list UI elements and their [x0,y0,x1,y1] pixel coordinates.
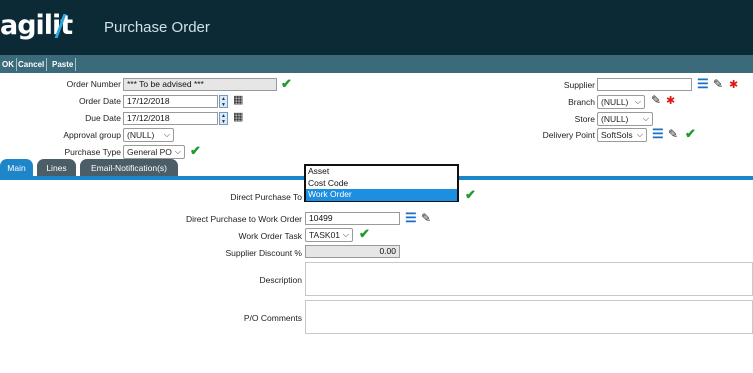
dropdown-option-work-order[interactable]: Work Order [306,189,457,201]
approval-group-value: (NULL) [127,130,155,140]
delivery-point-list-icon[interactable]: ☰ [652,127,664,140]
work-order-label: Direct Purchase to Work Order [185,214,302,224]
dropdown-option-asset[interactable]: Asset [306,166,457,178]
supplier-discount-label: Supplier Discount % [225,248,302,258]
approval-group-select[interactable]: (NULL) ⌵ [123,128,174,142]
po-comments-label: P/O Comments [243,313,302,323]
supplier-edit-icon[interactable]: ✎ [713,78,723,90]
app-header: agilit Purchase Order [0,0,753,55]
spin-down-icon[interactable]: ▼ [220,119,227,125]
work-order-edit-icon[interactable]: ✎ [421,212,431,224]
work-order-task-select[interactable]: TASK01 ⌵ [305,228,353,242]
chevron-down-icon: ⌵ [634,97,641,106]
work-order-task-check-icon: ✔ [359,226,370,241]
chevron-down-icon: ⌵ [163,130,170,139]
due-date-spinner[interactable]: ▲ ▼ [219,112,228,125]
delivery-point-value: SoftSols [601,130,633,140]
tab-main[interactable]: Main [0,159,33,177]
direct-purchase-dropdown[interactable]: Asset Cost Code Work Order [304,164,459,202]
chevron-down-icon: ⌵ [642,114,649,123]
purchase-type-value: General PO [127,147,172,157]
due-date-calendar-icon[interactable]: ▦ [233,111,243,123]
tab-email-notifications[interactable]: Email-Notification(s) [80,159,178,177]
order-number-check-icon: ✔ [281,76,292,91]
work-order-task-value: TASK01 [309,230,341,240]
cancel-button[interactable]: Cancel [16,58,48,71]
paste-button[interactable]: Paste [50,58,77,71]
purchase-type-check-icon: ✔ [190,143,201,158]
toolbar: OK Cancel Paste [0,55,753,73]
supplier-list-icon[interactable]: ☰ [697,77,709,90]
branch-required-icon: ✱ [666,95,676,107]
direct-purchase-check-icon: ✔ [465,187,476,202]
work-order-list-icon[interactable]: ☰ [405,211,417,224]
delivery-point-check-icon: ✔ [685,126,696,141]
supplier-discount-field[interactable]: 0.00 [305,245,400,258]
work-order-field[interactable]: 10499 [305,212,400,225]
chevron-down-icon: ⌵ [174,147,181,156]
chevron-down-icon: ⌵ [342,230,349,239]
supplier-label: Supplier [563,80,595,90]
dropdown-option-cost-code[interactable]: Cost Code [306,178,457,190]
description-textarea[interactable] [305,262,753,296]
delivery-point-edit-icon[interactable]: ✎ [668,128,678,140]
branch-label: Branch [568,97,595,107]
order-number-field[interactable]: *** To be advised *** [123,78,277,91]
supplier-required-icon: ✱ [729,79,739,91]
spin-down-icon[interactable]: ▼ [220,102,227,108]
store-select[interactable]: (NULL) ⌵ [597,112,653,126]
chevron-down-icon: ⌵ [636,130,643,139]
due-date-field[interactable]: 17/12/2018 [123,112,218,125]
delivery-point-select[interactable]: SoftSols ⌵ [597,128,647,142]
description-label: Description [259,275,302,285]
order-date-label: Order Date [78,96,121,106]
page-title: Purchase Order [104,19,210,36]
ok-button[interactable]: OK [0,58,17,71]
order-number-label: Order Number [66,79,121,89]
branch-edit-icon[interactable]: ✎ [651,94,661,106]
branch-select[interactable]: (NULL) ⌵ [597,95,645,109]
due-date-label: Due Date [85,113,121,123]
purchase-type-select[interactable]: General PO ⌵ [123,145,185,159]
purchase-type-label: Purchase Type [64,147,121,157]
direct-purchase-to-label: Direct Purchase To [230,192,302,202]
approval-group-label: Approval group [63,130,121,140]
tab-lines[interactable]: Lines [37,159,76,177]
order-date-calendar-icon[interactable]: ▦ [233,94,243,106]
work-order-task-label: Work Order Task [238,231,302,241]
order-date-field[interactable]: 17/12/2018 [123,95,218,108]
branch-value: (NULL) [601,97,629,107]
order-date-spinner[interactable]: ▲ ▼ [219,95,228,108]
store-label: Store [574,114,595,124]
supplier-field[interactable] [597,78,692,91]
store-value: (NULL) [601,114,629,124]
po-comments-textarea[interactable] [305,300,753,334]
delivery-point-label: Delivery Point [542,130,595,140]
